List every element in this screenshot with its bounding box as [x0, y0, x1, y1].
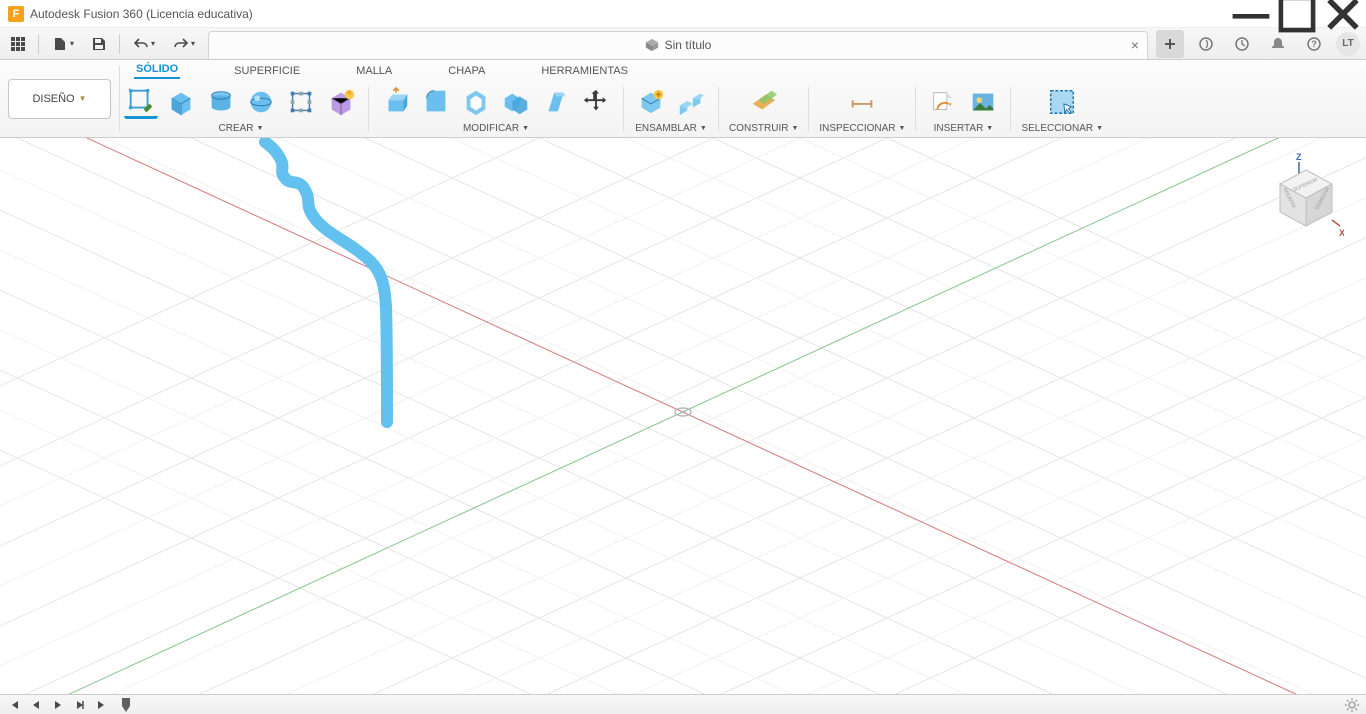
ribbon-group-label-modificar[interactable]: MODIFICAR▼ — [463, 123, 529, 134]
ribbon-group-label-crear[interactable]: CREAR▼ — [219, 123, 264, 134]
model-canvas[interactable]: Z SUPERIOR FRONTAL DERECHA X — [0, 138, 1366, 694]
select-button[interactable] — [1045, 85, 1079, 119]
combine-button[interactable] — [499, 85, 533, 119]
ribbon-tab-chapa[interactable]: CHAPA — [446, 63, 487, 79]
document-title: Sin título — [665, 38, 712, 52]
timeline-bar — [0, 694, 1366, 714]
app-icon: F — [8, 6, 24, 22]
document-tab[interactable]: Sin título × — [208, 31, 1148, 59]
construction-plane-button[interactable] — [747, 85, 781, 119]
shell-button[interactable] — [459, 85, 493, 119]
timeline-play-button[interactable] — [50, 697, 66, 713]
ribbon: DISEÑO ▼ SÓLIDO SUPERFICIE MALLA CHAPA H… — [0, 60, 1366, 138]
quick-access-bar: ▾ ▾ ▾ Sin título × ? LT — [0, 28, 1366, 60]
fillet-button[interactable] — [419, 85, 453, 119]
window-title: Autodesk Fusion 360 (Licencia educativa) — [30, 7, 253, 21]
ribbon-tab-superficie[interactable]: SUPERFICIE — [232, 63, 302, 79]
timeline-last-button[interactable] — [94, 697, 110, 713]
window-minimize-button[interactable] — [1228, 0, 1274, 28]
timeline-prev-button[interactable] — [28, 697, 44, 713]
timeline-settings-button[interactable] — [1344, 697, 1360, 713]
draft-button[interactable] — [539, 85, 573, 119]
ribbon-tab-malla[interactable]: MALLA — [354, 63, 394, 79]
ribbon-group-modificar: MODIFICAR▼ — [379, 83, 613, 137]
viewcube[interactable]: Z SUPERIOR FRONTAL DERECHA X — [1266, 150, 1344, 240]
create-sketch-button[interactable] — [124, 85, 158, 119]
user-avatar[interactable]: LT — [1336, 32, 1360, 56]
ribbon-group-ensamblar: ENSAMBLAR▼ — [634, 83, 708, 137]
ribbon-groups: CREAR▼ — [120, 79, 1366, 137]
create-box-button[interactable] — [164, 85, 198, 119]
window-titlebar: F Autodesk Fusion 360 (Licencia educativ… — [0, 0, 1366, 28]
create-tspline-button[interactable] — [324, 85, 358, 119]
ribbon-group-seleccionar: SELECCIONAR▼ — [1021, 83, 1103, 137]
axis-x-label: X — [1339, 228, 1344, 238]
ribbon-tab-solido[interactable]: SÓLIDO — [134, 61, 180, 79]
create-sphere-button[interactable] — [244, 85, 278, 119]
create-cylinder-button[interactable] — [204, 85, 238, 119]
ribbon-tabs: SÓLIDO SUPERFICIE MALLA CHAPA HERRAMIENT… — [120, 60, 1366, 79]
insert-derive-button[interactable] — [926, 85, 960, 119]
move-button[interactable] — [579, 85, 613, 119]
ribbon-tab-herramientas[interactable]: HERRAMIENTAS — [539, 63, 630, 79]
ribbon-group-label-seleccionar[interactable]: SELECCIONAR▼ — [1021, 123, 1103, 134]
axis-z-label: Z — [1296, 152, 1302, 162]
extensions-button[interactable] — [1192, 30, 1220, 58]
help-button[interactable]: ? — [1300, 30, 1328, 58]
close-tab-button[interactable]: × — [1131, 37, 1139, 53]
ribbon-group-construir: CONSTRUIR▼ — [729, 83, 798, 137]
ribbon-group-label-construir[interactable]: CONSTRUIR▼ — [729, 123, 798, 134]
perspective-grid — [0, 138, 1366, 694]
ribbon-group-inspeccionar: INSPECCIONAR▼ — [819, 83, 905, 137]
file-menu-button[interactable]: ▾ — [47, 32, 79, 56]
save-button[interactable] — [87, 32, 111, 56]
qat-right-cluster: ? LT — [1152, 30, 1366, 58]
chevron-down-icon: ▼ — [79, 94, 87, 103]
job-status-button[interactable] — [1228, 30, 1256, 58]
ribbon-group-label-inspeccionar[interactable]: INSPECCIONAR▼ — [819, 123, 905, 134]
notifications-button[interactable] — [1264, 30, 1292, 58]
ribbon-group-label-insertar[interactable]: INSERTAR▼ — [934, 123, 994, 134]
joint-button[interactable] — [674, 85, 708, 119]
svg-text:?: ? — [1311, 39, 1317, 49]
create-form-button[interactable] — [284, 85, 318, 119]
undo-button[interactable]: ▾ — [128, 32, 160, 56]
data-panel-toggle-button[interactable] — [6, 32, 30, 56]
insert-decal-button[interactable] — [966, 85, 1000, 119]
workspace-switcher-button[interactable]: DISEÑO ▼ — [8, 79, 111, 119]
timeline-first-button[interactable] — [6, 697, 22, 713]
press-pull-button[interactable] — [379, 85, 413, 119]
redo-button[interactable]: ▾ — [168, 32, 200, 56]
ribbon-group-insertar: INSERTAR▼ — [926, 83, 1000, 137]
new-component-button[interactable] — [634, 85, 668, 119]
workspace-label: DISEÑO — [32, 93, 74, 105]
window-maximize-button[interactable] — [1274, 0, 1320, 28]
window-close-button[interactable] — [1320, 0, 1366, 28]
measure-button[interactable] — [845, 85, 879, 119]
ribbon-group-label-ensamblar[interactable]: ENSAMBLAR▼ — [635, 123, 707, 134]
ribbon-group-crear: CREAR▼ — [124, 83, 358, 137]
timeline-marker-icon[interactable] — [122, 698, 130, 712]
cube-icon — [645, 38, 659, 52]
workspace-switcher-area: DISEÑO ▼ — [0, 60, 119, 137]
timeline-next-button[interactable] — [72, 697, 88, 713]
new-design-button[interactable] — [1156, 30, 1184, 58]
